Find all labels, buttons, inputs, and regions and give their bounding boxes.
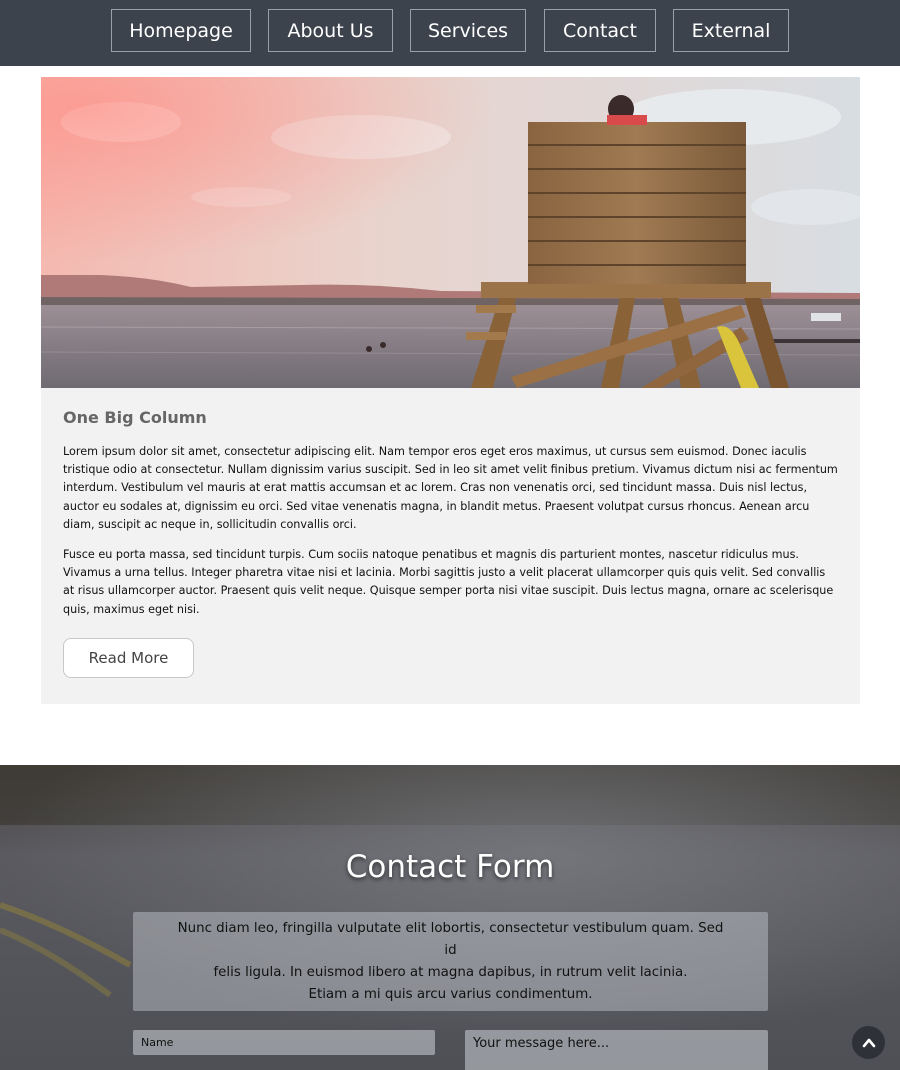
message-textarea[interactable] [465, 1030, 768, 1070]
contact-intro-line-3: Etiam a mi quis arcu varius condimentum. [308, 986, 593, 1002]
read-more-button[interactable]: Read More [63, 638, 194, 678]
chevron-up-icon [862, 1038, 875, 1047]
one-big-column-panel: One Big Column Lorem ipsum dolor sit ame… [41, 388, 860, 704]
contact-intro-text: Nunc diam leo, fringilla vulputate elit … [173, 918, 728, 1006]
column-paragraph-2: Fusce eu porta massa, sed tincidunt turp… [63, 548, 834, 616]
column-title: One Big Column [63, 408, 207, 427]
nav-about-us[interactable]: About Us [268, 9, 393, 52]
nav-contact[interactable]: Contact [544, 9, 656, 52]
nav-services[interactable]: Services [410, 9, 526, 52]
hero-image [41, 77, 860, 388]
nav-homepage[interactable]: Homepage [111, 9, 251, 52]
lifeguard-tower-illustration [41, 77, 860, 388]
back-to-top-button[interactable] [852, 1026, 885, 1059]
contact-intro-line-2: felis ligula. In euismod libero at magna… [213, 964, 688, 980]
contact-intro-line-1: Nunc diam leo, fringilla vulputate elit … [177, 920, 724, 958]
contact-intro-box: Nunc diam leo, fringilla vulputate elit … [133, 912, 768, 1011]
contact-form-title: Contact Form [345, 849, 555, 885]
top-navigation: Homepage About Us Services Contact Exter… [0, 0, 900, 66]
name-input[interactable] [133, 1030, 435, 1055]
contact-section: Contact Form Nunc diam leo, fringilla vu… [0, 765, 900, 1070]
column-paragraph-1: Lorem ipsum dolor sit amet, consectetur … [63, 445, 838, 531]
nav-external[interactable]: External [673, 9, 789, 52]
